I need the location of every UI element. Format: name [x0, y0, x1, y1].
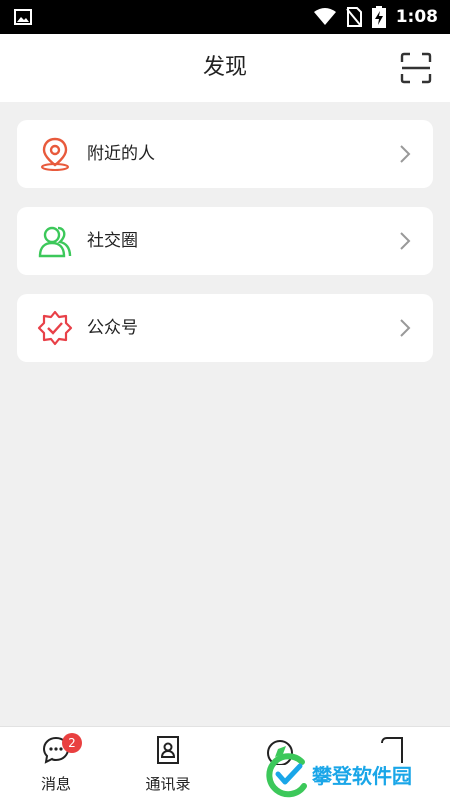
chevron-right-icon — [400, 319, 411, 337]
scan-icon[interactable] — [400, 52, 432, 84]
page-title: 发现 — [202, 55, 247, 80]
chevron-right-icon — [400, 145, 411, 163]
menu-item-label: 公众号 — [87, 318, 138, 338]
unread-badge: 2 — [62, 733, 82, 753]
menu-item-social-circle[interactable]: 社交圈 — [17, 207, 433, 275]
contacts-icon — [157, 736, 179, 764]
menu-item-official-accounts[interactable]: 公众号 — [17, 294, 433, 362]
tab-label: 消息 — [40, 775, 71, 793]
status-time: 1:08 — [395, 7, 438, 27]
verified-badge-icon — [37, 310, 73, 346]
friends-icon — [38, 226, 72, 258]
gallery-icon — [14, 9, 32, 25]
chevron-right-icon — [400, 232, 411, 250]
location-pin-icon — [41, 137, 69, 171]
tab-label: 通讯录 — [145, 775, 191, 793]
status-bar: 1:08 — [0, 0, 450, 34]
menu-item-label: 附近的人 — [87, 144, 155, 164]
app-header: 发现 — [0, 34, 450, 102]
menu-item-label: 社交圈 — [87, 231, 138, 251]
battery-charging-icon — [371, 6, 386, 28]
no-sim-icon — [345, 7, 362, 27]
watermark-text: 攀登软件园 — [312, 764, 412, 788]
watermark-logo — [266, 753, 307, 798]
wifi-icon — [313, 8, 336, 25]
watermark: 攀登软件园 — [264, 752, 450, 798]
tab-messages[interactable]: 2 消息 — [0, 727, 112, 801]
menu-item-nearby-people[interactable]: 附近的人 — [17, 120, 433, 188]
tab-contacts[interactable]: 通讯录 — [112, 727, 224, 801]
